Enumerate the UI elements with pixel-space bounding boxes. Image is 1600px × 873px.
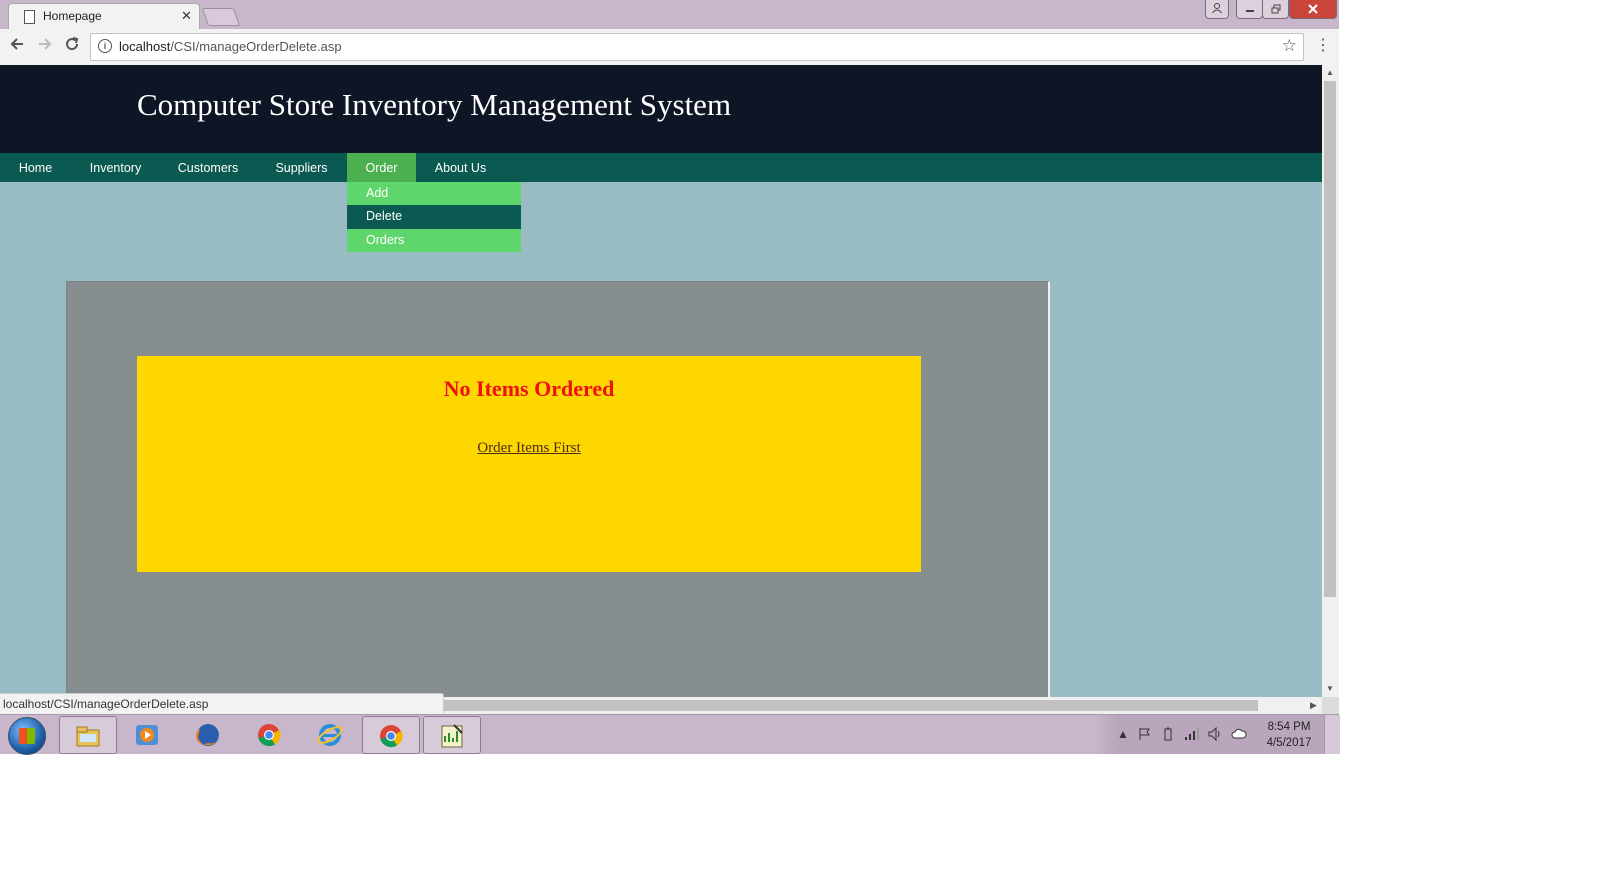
main-nav: Home Inventory Customers Suppliers Order…: [0, 153, 1322, 182]
web-page: Computer Store Inventory Management Syst…: [0, 65, 1322, 697]
chrome-icon: [258, 724, 281, 747]
browser-toolbar: i localhost/CSI/manageOrderDelete.asp ☆ …: [0, 29, 1339, 66]
taskbar-media-player[interactable]: [119, 716, 175, 752]
show-desktop-button[interactable]: [1324, 715, 1340, 754]
taskbar-notepad-app[interactable]: [423, 716, 481, 754]
windows-taskbar: ▲ 8:54 PM 4/5/2017: [0, 714, 1340, 755]
address-bar[interactable]: i localhost/CSI/manageOrderDelete.asp ☆: [90, 33, 1304, 61]
taskbar-internet-explorer[interactable]: [302, 716, 358, 752]
content-panel: No Items Ordered Order Items First: [66, 281, 1050, 697]
message-box: No Items Ordered Order Items First: [137, 356, 921, 572]
battery-icon[interactable]: [1163, 727, 1173, 744]
internet-explorer-icon: [317, 724, 343, 746]
minimize-button[interactable]: [1236, 0, 1263, 19]
firefox-icon: [195, 724, 219, 746]
order-menu-delete[interactable]: Delete: [347, 205, 521, 229]
order-menu-orders[interactable]: Orders: [347, 228, 521, 252]
taskbar-chrome[interactable]: [241, 716, 297, 752]
forward-arrow-icon[interactable]: [37, 36, 53, 57]
close-window-button[interactable]: [1289, 0, 1337, 19]
tab-title: Homepage: [43, 9, 102, 23]
scroll-right-arrow-icon[interactable]: ▶: [1310, 700, 1317, 711]
chrome-active-icon: [380, 725, 403, 748]
url-host: localhost: [119, 39, 171, 54]
media-player-icon: [136, 725, 158, 745]
site-header: Computer Store Inventory Management Syst…: [0, 65, 1322, 153]
tray-expand-icon[interactable]: ▲: [1117, 727, 1129, 741]
action-center-flag-icon[interactable]: [1138, 727, 1152, 744]
taskbar-firefox[interactable]: [180, 716, 236, 752]
nav-home[interactable]: Home: [0, 153, 71, 182]
bookmark-star-icon[interactable]: ☆: [1282, 36, 1297, 56]
clock-time: 8:54 PM: [1267, 721, 1311, 733]
new-tab-button[interactable]: [201, 8, 241, 26]
volume-icon[interactable]: [1208, 726, 1222, 744]
horizontal-scroll-thumb[interactable]: [440, 700, 1258, 711]
scrollbar-corner: [1322, 697, 1339, 714]
scroll-down-arrow-icon[interactable]: ▼: [1326, 684, 1334, 693]
order-items-first-link[interactable]: Order Items First: [137, 440, 921, 457]
page-icon: [24, 10, 35, 24]
vertical-scroll-thumb[interactable]: [1324, 81, 1336, 597]
taskbar-file-explorer[interactable]: [59, 716, 117, 754]
nav-suppliers[interactable]: Suppliers: [256, 153, 347, 182]
order-menu-add[interactable]: Add: [347, 182, 521, 206]
scroll-up-arrow-icon[interactable]: ▲: [1326, 68, 1334, 77]
nav-inventory[interactable]: Inventory: [71, 153, 160, 182]
info-icon[interactable]: i: [98, 39, 112, 53]
more-menu-icon[interactable]: ⋮: [1315, 35, 1331, 55]
url-text[interactable]: localhost/CSI/manageOrderDelete.asp: [119, 39, 342, 54]
status-bar-url: localhost/CSI/manageOrderDelete.asp: [0, 693, 444, 715]
taskbar-chrome-active[interactable]: [362, 716, 420, 754]
network-signal-icon[interactable]: [1184, 727, 1200, 744]
vertical-scrollbar[interactable]: ▲ ▼: [1322, 65, 1339, 697]
user-icon[interactable]: [1205, 0, 1229, 19]
notepad-app-icon: [441, 724, 463, 748]
cloud-icon[interactable]: [1231, 727, 1247, 742]
restore-button[interactable]: [1262, 0, 1289, 19]
browser-window: Homepage ✕ i localhost/CSI/manageOrderDe…: [0, 0, 1340, 755]
url-path: /CSI/manageOrderDelete.asp: [170, 39, 342, 54]
start-button[interactable]: [8, 717, 46, 755]
nav-order[interactable]: Order: [347, 153, 416, 182]
reload-icon[interactable]: [64, 36, 80, 57]
nav-customers[interactable]: Customers: [160, 153, 256, 182]
file-explorer-icon: [76, 726, 100, 747]
site-title: Computer Store Inventory Management Syst…: [137, 87, 732, 122]
back-arrow-icon[interactable]: [9, 36, 25, 57]
windows-logo-icon: [19, 728, 35, 744]
tab-strip: Homepage ✕: [0, 0, 1339, 30]
no-items-heading: No Items Ordered: [443, 376, 615, 401]
browser-tab[interactable]: Homepage ✕: [8, 3, 200, 30]
tab-close-icon[interactable]: ✕: [181, 8, 192, 24]
order-dropdown-menu: Add Delete Orders: [347, 182, 521, 252]
taskbar-clock[interactable]: 8:54 PM 4/5/2017: [1262, 719, 1316, 751]
clock-date: 4/5/2017: [1266, 737, 1312, 749]
nav-about-us[interactable]: About Us: [416, 153, 505, 182]
